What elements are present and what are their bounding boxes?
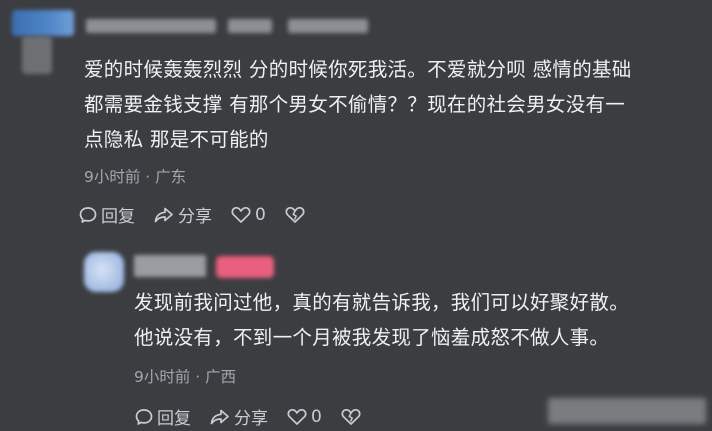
broken-heart-icon bbox=[285, 206, 305, 223]
dislike-button[interactable] bbox=[340, 407, 365, 427]
share-arrow-icon bbox=[210, 409, 229, 424]
avatar-lower bbox=[22, 36, 52, 74]
avatar[interactable] bbox=[84, 252, 124, 292]
reply-bubble-icon bbox=[79, 206, 97, 223]
comment-body-line: 点隐私 那是不可能的 bbox=[84, 128, 269, 151]
comment-body-line: 他说没有，不到一个月被我发现了恼羞成怒不做人事。 bbox=[134, 326, 610, 349]
username-blurred[interactable] bbox=[134, 255, 206, 277]
reply-bubble-icon bbox=[135, 408, 153, 425]
username-blurred-2 bbox=[228, 19, 272, 33]
broken-heart-icon bbox=[341, 408, 361, 425]
badge-blurred bbox=[288, 19, 368, 33]
share-label: 分享 bbox=[178, 207, 212, 227]
like-count: 0 bbox=[311, 406, 322, 427]
share-button[interactable]: 分享 bbox=[153, 202, 212, 227]
like-button[interactable]: 0 bbox=[286, 407, 322, 427]
reply-button[interactable]: 回复 bbox=[78, 202, 135, 227]
reply-button[interactable]: 回复 bbox=[134, 404, 191, 429]
comment-body-line: 都需要金钱支撑 有那个男女不偷情？？现在的社会男女没有一 bbox=[84, 93, 626, 116]
comment-actions: 回复 分享 0 bbox=[134, 404, 383, 429]
comment-body-line: 发现前我问过他，真的有就告诉我，我们可以好聚好散。 bbox=[134, 291, 630, 314]
reply-label: 回复 bbox=[101, 207, 135, 227]
comment-body-line: 爱的时候轰轰烈烈 分的时候你死我活。不爱就分呗 感情的基础 bbox=[84, 58, 632, 81]
watermark-blurred bbox=[548, 398, 706, 424]
like-button[interactable]: 0 bbox=[230, 205, 266, 225]
heart-icon bbox=[287, 408, 307, 425]
share-arrow-icon bbox=[154, 207, 173, 222]
comment-actions: 回复 分享 0 bbox=[78, 202, 327, 227]
share-label: 分享 bbox=[234, 409, 268, 429]
comment-meta: 9小时前 · 广西 bbox=[134, 368, 237, 386]
comment-meta: 9小时前 · 广东 bbox=[84, 168, 187, 186]
username-blurred[interactable] bbox=[86, 19, 216, 33]
reply-label: 回复 bbox=[157, 409, 191, 429]
heart-icon bbox=[231, 206, 251, 223]
avatar[interactable] bbox=[12, 10, 74, 36]
like-count: 0 bbox=[255, 204, 266, 225]
share-button[interactable]: 分享 bbox=[209, 404, 268, 429]
dislike-button[interactable] bbox=[284, 205, 309, 225]
badge-blurred bbox=[216, 256, 274, 278]
